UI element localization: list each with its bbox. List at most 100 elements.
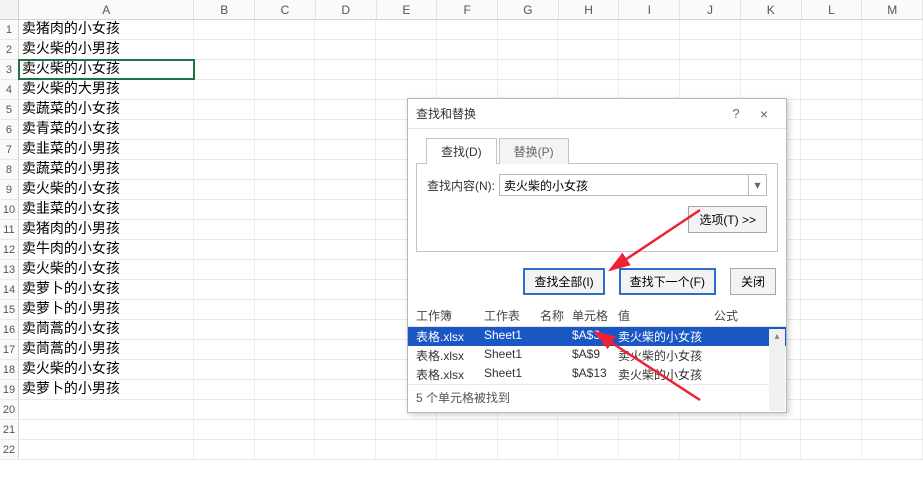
cell[interactable]: [315, 100, 376, 119]
cell[interactable]: [862, 80, 923, 99]
cell[interactable]: 卖火柴的小女孩: [19, 60, 194, 79]
row-header[interactable]: 4: [0, 80, 19, 99]
cell[interactable]: 卖火柴的小女孩: [19, 360, 194, 379]
cell[interactable]: [255, 260, 316, 279]
cell[interactable]: [619, 60, 680, 79]
row-header[interactable]: 17: [0, 340, 19, 359]
cell[interactable]: [801, 380, 862, 399]
cell[interactable]: 卖韭菜的小男孩: [19, 140, 194, 159]
row-header[interactable]: 16: [0, 320, 19, 339]
cell[interactable]: 卖茼蒿的小女孩: [19, 320, 194, 339]
cell[interactable]: [315, 180, 376, 199]
cell[interactable]: [255, 220, 316, 239]
cell[interactable]: [862, 220, 923, 239]
cell[interactable]: [315, 340, 376, 359]
cell[interactable]: [194, 300, 255, 319]
cell[interactable]: [862, 60, 923, 79]
cell[interactable]: [558, 40, 619, 59]
cell[interactable]: [741, 440, 802, 459]
results-list[interactable]: 表格.xlsxSheet1$A$3卖火柴的小女孩表格.xlsxSheet1$A$…: [408, 326, 786, 384]
cell[interactable]: 卖韭菜的小女孩: [19, 200, 194, 219]
cell[interactable]: [498, 80, 559, 99]
cell[interactable]: [376, 80, 437, 99]
cell[interactable]: [315, 140, 376, 159]
row-header[interactable]: 12: [0, 240, 19, 259]
cell[interactable]: [801, 40, 862, 59]
cell[interactable]: [741, 60, 802, 79]
cell[interactable]: [801, 400, 862, 419]
cell[interactable]: [315, 360, 376, 379]
cell[interactable]: [194, 160, 255, 179]
cell[interactable]: [862, 200, 923, 219]
cell[interactable]: [255, 20, 316, 39]
cell[interactable]: [19, 420, 194, 439]
cell[interactable]: [619, 440, 680, 459]
cell[interactable]: [315, 200, 376, 219]
cell[interactable]: [255, 400, 316, 419]
result-row[interactable]: 表格.xlsxSheet1$A$9卖火柴的小女孩: [408, 346, 786, 365]
cell[interactable]: [801, 200, 862, 219]
cell[interactable]: [680, 20, 741, 39]
cell[interactable]: [194, 280, 255, 299]
cell[interactable]: [437, 40, 498, 59]
cell[interactable]: 卖火柴的小女孩: [19, 260, 194, 279]
cell[interactable]: [194, 400, 255, 419]
col-formula[interactable]: 公式: [714, 307, 754, 324]
cell[interactable]: [801, 80, 862, 99]
cell[interactable]: [619, 80, 680, 99]
row-header[interactable]: 13: [0, 260, 19, 279]
cell[interactable]: [498, 420, 559, 439]
row-header[interactable]: 15: [0, 300, 19, 319]
result-row[interactable]: 表格.xlsxSheet1$A$3卖火柴的小女孩: [408, 327, 786, 346]
cell[interactable]: 卖青菜的小女孩: [19, 120, 194, 139]
row-header[interactable]: 20: [0, 400, 19, 419]
cell[interactable]: [680, 80, 741, 99]
cell[interactable]: [315, 280, 376, 299]
cell[interactable]: [194, 120, 255, 139]
row-header[interactable]: 1: [0, 20, 19, 39]
cell[interactable]: [255, 320, 316, 339]
cell[interactable]: [862, 320, 923, 339]
cell[interactable]: [194, 340, 255, 359]
cell[interactable]: [194, 440, 255, 459]
cell[interactable]: [315, 260, 376, 279]
cell[interactable]: 卖火柴的大男孩: [19, 80, 194, 99]
cell[interactable]: [194, 240, 255, 259]
cell[interactable]: 卖萝卜的小男孩: [19, 380, 194, 399]
cell[interactable]: [741, 80, 802, 99]
cell[interactable]: [194, 380, 255, 399]
cell[interactable]: [376, 20, 437, 39]
cell[interactable]: [194, 20, 255, 39]
cell[interactable]: [255, 360, 316, 379]
result-row[interactable]: 表格.xlsxSheet1$A$13卖火柴的小女孩: [408, 365, 786, 384]
help-icon[interactable]: ?: [722, 106, 750, 121]
find-content-input[interactable]: [499, 174, 749, 196]
options-button[interactable]: 选项(T) >>: [688, 206, 767, 233]
cell[interactable]: [862, 160, 923, 179]
cell[interactable]: [801, 260, 862, 279]
cell[interactable]: [498, 60, 559, 79]
cell[interactable]: [680, 440, 741, 459]
cell[interactable]: [315, 80, 376, 99]
cell[interactable]: [315, 160, 376, 179]
cell[interactable]: [194, 260, 255, 279]
cell[interactable]: [315, 60, 376, 79]
cell[interactable]: [558, 440, 619, 459]
cell[interactable]: [194, 180, 255, 199]
cell[interactable]: 卖蔬菜的小女孩: [19, 100, 194, 119]
cell[interactable]: [619, 420, 680, 439]
cell[interactable]: [862, 300, 923, 319]
cell[interactable]: [801, 120, 862, 139]
cell[interactable]: [315, 400, 376, 419]
cell[interactable]: [801, 420, 862, 439]
cell[interactable]: [194, 140, 255, 159]
cell[interactable]: [801, 440, 862, 459]
cell[interactable]: [255, 420, 316, 439]
cell[interactable]: [437, 440, 498, 459]
cell[interactable]: [862, 400, 923, 419]
cell[interactable]: [801, 160, 862, 179]
cell[interactable]: [376, 440, 437, 459]
results-scrollbar[interactable]: ▴: [769, 329, 785, 411]
cell[interactable]: [255, 280, 316, 299]
cell[interactable]: [862, 420, 923, 439]
